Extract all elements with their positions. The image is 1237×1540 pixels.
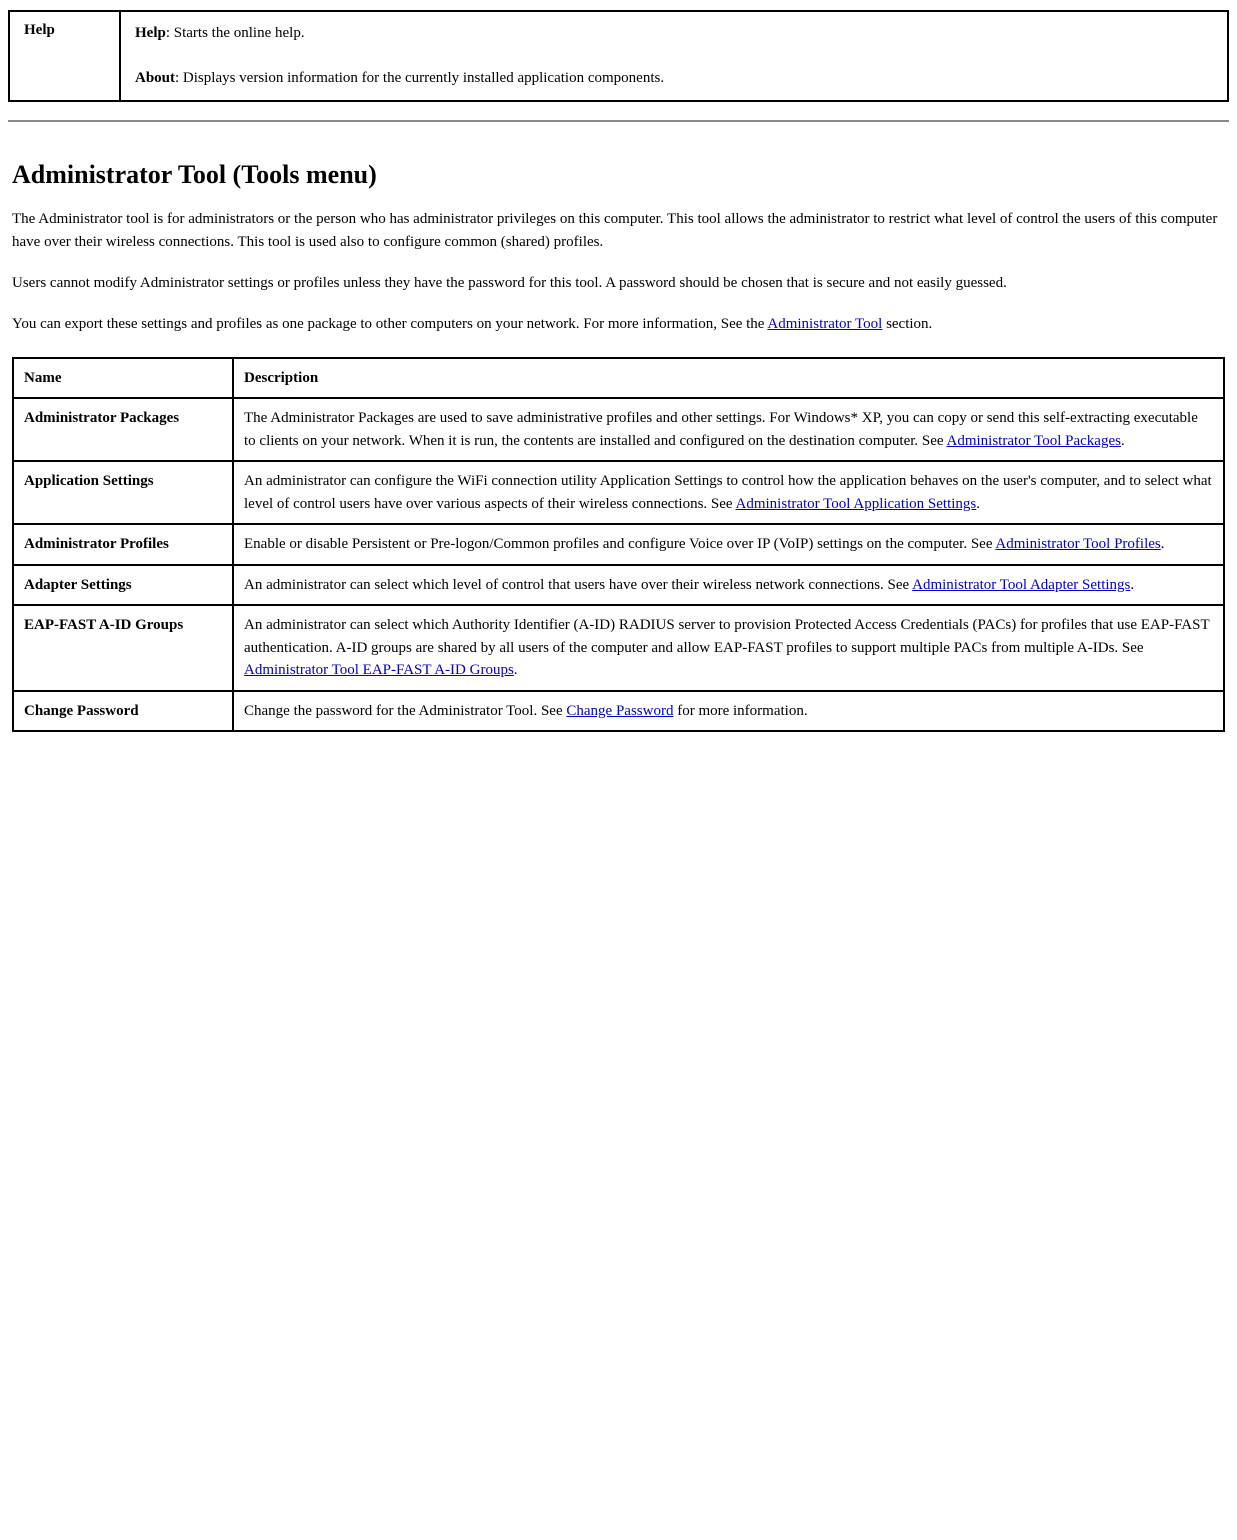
page-wrapper: Help Help: Starts the online help. About… <box>0 10 1237 752</box>
col-header-description: Description <box>233 358 1224 399</box>
table-row: EAP-FAST A-ID Groups An administrator ca… <box>13 605 1224 691</box>
desc-period-2: . <box>976 496 980 512</box>
desc-period-4: . <box>1130 577 1134 593</box>
about-bold: About <box>135 70 175 86</box>
row-desc-adapter-settings: An administrator can select which level … <box>233 565 1224 606</box>
table-row: Administrator Packages The Administrator… <box>13 398 1224 461</box>
admin-tool-eap-fast-link[interactable]: Administrator Tool EAP-FAST A-ID Groups <box>244 662 514 678</box>
desc-text-6: Change the password for the Administrato… <box>244 703 566 719</box>
main-table: Name Description Administrator Packages … <box>12 357 1225 733</box>
intro-para-1: The Administrator tool is for administra… <box>12 208 1225 255</box>
intro-para-3: You can export these settings and profil… <box>12 313 1225 336</box>
table-header-row: Name Description <box>13 358 1224 399</box>
desc-period-3: . <box>1161 536 1165 552</box>
desc-text-2: An administrator can configure the WiFi … <box>244 473 1212 512</box>
row-name-admin-packages: Administrator Packages <box>13 398 233 461</box>
help-table: Help Help: Starts the online help. About… <box>10 12 1227 100</box>
table-header: Name Description <box>13 358 1224 399</box>
row-name-adapter-settings: Adapter Settings <box>13 565 233 606</box>
row-desc-admin-profiles: Enable or disable Persistent or Pre-logo… <box>233 524 1224 565</box>
row-name-change-password: Change Password <box>13 691 233 732</box>
desc-text-3: Enable or disable Persistent or Pre-logo… <box>244 536 995 552</box>
row-desc-app-settings: An administrator can configure the WiFi … <box>233 461 1224 524</box>
row-name-admin-profiles: Administrator Profiles <box>13 524 233 565</box>
about-text: : Displays version information for the c… <box>175 70 664 86</box>
admin-tool-link[interactable]: Administrator Tool <box>767 316 882 332</box>
desc-text-6b: for more information. <box>673 703 807 719</box>
row-desc-admin-packages: The Administrator Packages are used to s… <box>233 398 1224 461</box>
help-line-2: About: Displays version information for … <box>135 67 1213 90</box>
row-desc-change-password: Change the password for the Administrato… <box>233 691 1224 732</box>
col-header-name: Name <box>13 358 233 399</box>
row-name-eap-fast: EAP-FAST A-ID Groups <box>13 605 233 691</box>
section-divider <box>8 120 1229 122</box>
row-desc-eap-fast: An administrator can select which Author… <box>233 605 1224 691</box>
intro-para-2: Users cannot modify Administrator settin… <box>12 272 1225 295</box>
help-col-label: Help <box>10 12 120 100</box>
admin-tool-app-settings-link[interactable]: Administrator Tool Application Settings <box>736 496 977 512</box>
main-content: Administrator Tool (Tools menu) The Admi… <box>0 132 1237 753</box>
table-row: Administrator Profiles Enable or disable… <box>13 524 1224 565</box>
table-row: Adapter Settings An administrator can se… <box>13 565 1224 606</box>
desc-text-5: An administrator can select which Author… <box>244 617 1209 656</box>
help-text-1: : Starts the online help. <box>166 25 305 41</box>
table-row: Application Settings An administrator ca… <box>13 461 1224 524</box>
help-col-content: Help: Starts the online help. About: Dis… <box>120 12 1227 100</box>
change-password-link[interactable]: Change Password <box>566 703 673 719</box>
admin-tool-profiles-link[interactable]: Administrator Tool Profiles <box>995 536 1160 552</box>
admin-tool-adapter-settings-link[interactable]: Administrator Tool Adapter Settings <box>912 577 1130 593</box>
admin-tool-packages-link[interactable]: Administrator Tool Packages <box>946 433 1120 449</box>
desc-period-5: . <box>514 662 518 678</box>
help-line-1: Help: Starts the online help. <box>135 22 1213 45</box>
desc-text-4: An administrator can select which level … <box>244 577 912 593</box>
page-title: Administrator Tool (Tools menu) <box>12 160 1225 190</box>
help-section: Help Help: Starts the online help. About… <box>8 10 1229 102</box>
help-bold-1: Help <box>135 25 166 41</box>
row-name-app-settings: Application Settings <box>13 461 233 524</box>
table-row: Change Password Change the password for … <box>13 691 1224 732</box>
table-body: Administrator Packages The Administrator… <box>13 398 1224 731</box>
desc-period-1: . <box>1121 433 1125 449</box>
help-table-row: Help Help: Starts the online help. About… <box>10 12 1227 100</box>
